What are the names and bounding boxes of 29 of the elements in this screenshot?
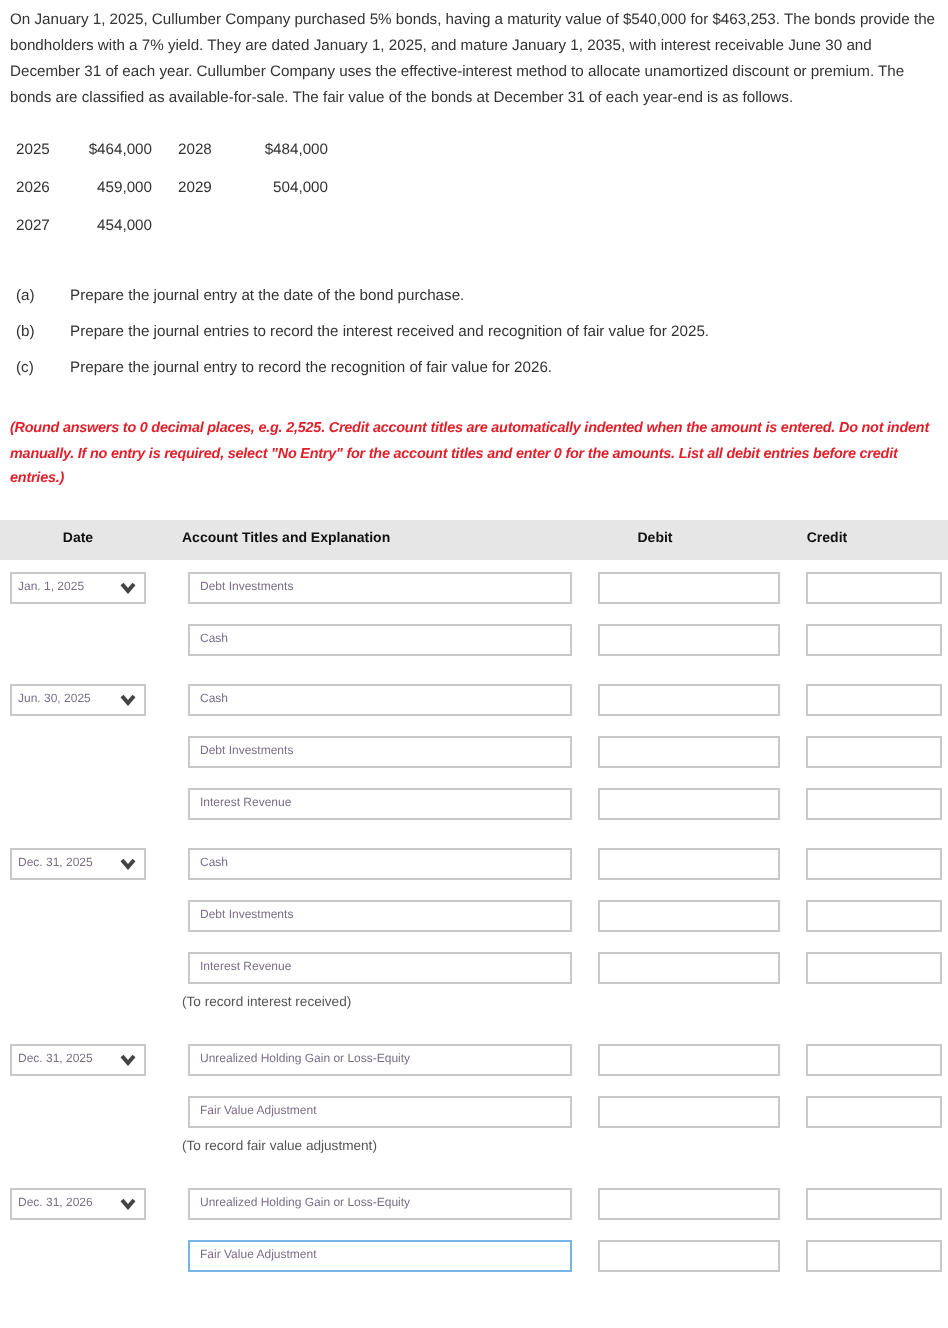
debit-field[interactable] (598, 623, 780, 655)
credit-field[interactable] (806, 571, 942, 603)
debit-field[interactable] (598, 787, 780, 819)
credit-field[interactable] (806, 1043, 942, 1075)
credit-field[interactable] (806, 683, 942, 715)
debit-field[interactable] (598, 735, 780, 767)
chevron-down-icon (120, 1197, 136, 1209)
debit-field[interactable] (598, 1239, 780, 1271)
debit-field[interactable] (598, 847, 780, 879)
debit-field[interactable] (598, 951, 780, 983)
debit-field[interactable] (598, 683, 780, 715)
debit-field[interactable] (598, 571, 780, 603)
chevron-down-icon (120, 857, 136, 869)
chevron-down-icon (120, 581, 136, 593)
credit-field[interactable] (806, 1187, 942, 1219)
credit-field[interactable] (806, 1239, 942, 1271)
debit-field[interactable] (598, 1095, 780, 1127)
debit-field[interactable] (598, 1187, 780, 1219)
credit-field[interactable] (806, 951, 942, 983)
credit-field[interactable] (806, 623, 942, 655)
chevron-down-icon (120, 1053, 136, 1065)
credit-field[interactable] (806, 1095, 942, 1127)
debit-field[interactable] (598, 1043, 780, 1075)
chevron-down-icon (120, 693, 136, 705)
credit-field[interactable] (806, 899, 942, 931)
credit-field[interactable] (806, 847, 942, 879)
credit-field[interactable] (806, 735, 942, 767)
credit-field[interactable] (806, 787, 942, 819)
debit-field[interactable] (598, 899, 780, 931)
